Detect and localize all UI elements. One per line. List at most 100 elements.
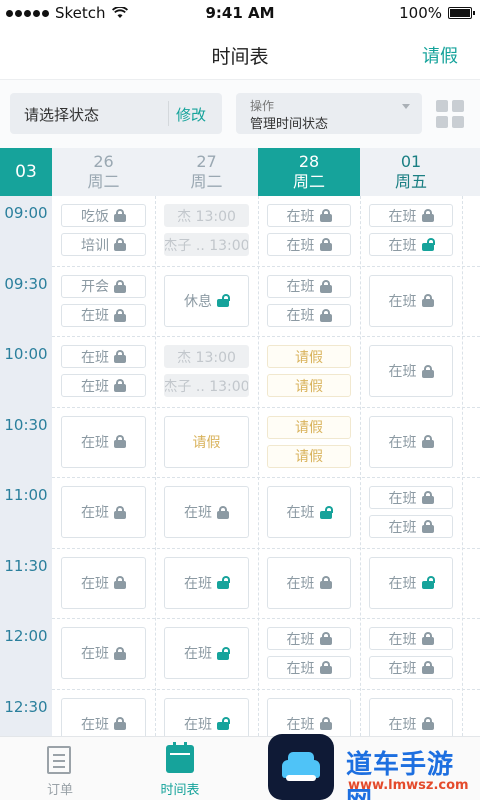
unlock-icon (421, 576, 435, 589)
schedule-cell[interactable]: 在班 (164, 486, 249, 538)
schedule-cell[interactable]: 请假 (164, 415, 249, 468)
schedule-cell[interactable]: 在班 (267, 303, 351, 327)
cell-status-text: 在班 (286, 716, 315, 733)
car-icon (282, 752, 320, 781)
schedule-cell[interactable]: 在班 (61, 374, 146, 397)
day-header[interactable]: 01 周五 (360, 148, 462, 196)
cell-status-text: 杰 13:00 (177, 349, 236, 366)
battery-icon (448, 7, 475, 19)
status-selector[interactable]: 请选择状态 修改 (10, 93, 222, 134)
schedule-cell[interactable]: 在班 (61, 627, 146, 679)
cell-status-text: 在班 (388, 293, 417, 310)
schedule-cell[interactable]: 请假 (267, 374, 351, 397)
schedule-cell[interactable]: 在班 (369, 345, 453, 397)
schedule-cell[interactable]: 请假 (267, 444, 351, 468)
day-weekday: 周二 (190, 172, 223, 191)
cell-status-text: 在班 (388, 575, 417, 592)
schedule-cell[interactable]: 在班 (267, 556, 351, 609)
schedule-cell[interactable]: 请假 (267, 345, 351, 368)
lock-icon (319, 576, 332, 589)
schedule-cell[interactable]: 在班 (267, 486, 351, 538)
schedule-cell[interactable]: 在班 (61, 415, 146, 468)
cell-status-text: 在班 (81, 716, 109, 733)
schedule-cell[interactable]: 杰子 .. 13:00 (164, 233, 249, 256)
schedule-cell[interactable]: 在班 (61, 556, 146, 609)
schedule-cell[interactable]: 在班 (267, 274, 351, 298)
schedule-cell[interactable]: 在班 (61, 303, 146, 327)
schedule-cell[interactable]: 在班 (369, 204, 453, 227)
lock-icon (421, 364, 434, 378)
lock-icon (114, 576, 126, 589)
cell-status-text: 在班 (286, 631, 315, 648)
time-label: 12:00 (4, 627, 48, 645)
unlock-icon (421, 238, 435, 251)
cell-status-text: 杰子 .. 13:00 (164, 237, 249, 254)
document-icon (47, 746, 71, 774)
schedule-cell[interactable]: 在班 (267, 656, 351, 679)
schedule-cell[interactable]: 在班 (369, 627, 453, 650)
time-label: 09:30 (4, 274, 48, 293)
schedule-cell[interactable]: 在班 (164, 627, 249, 679)
schedule-cell[interactable]: 在班 (61, 697, 146, 736)
schedule-cell[interactable]: 杰 13:00 (164, 204, 249, 227)
lock-icon (421, 717, 434, 730)
schedule-cell[interactable]: 杰子 .. 13:00 (164, 374, 249, 397)
tab-orders[interactable]: 订单 (10, 737, 110, 800)
day-date: 01 (400, 152, 422, 171)
schedule-cell[interactable]: 杰 13:00 (164, 345, 249, 368)
schedule-cell[interactable]: 在班 (164, 556, 249, 609)
lock-icon (114, 238, 126, 251)
lock-icon (319, 717, 332, 730)
cell-status-text: 在班 (286, 308, 315, 324)
cell-status-text: 杰 13:00 (177, 208, 236, 225)
unlock-icon (217, 576, 230, 589)
schedule-cell[interactable]: 在班 (369, 486, 453, 509)
day-header-selected[interactable]: 28 周二 (258, 148, 360, 196)
battery-percent: 100% (399, 4, 442, 22)
schedule-cell[interactable]: 在班 (267, 627, 351, 650)
schedule-cell[interactable]: 休息 (164, 274, 249, 327)
tab-schedule[interactable]: 时间表 (130, 737, 230, 800)
day-header[interactable]: 26 周二 (52, 148, 155, 196)
schedule-cell[interactable]: 请假 (267, 415, 351, 439)
schedule-cell[interactable]: 在班 (369, 415, 453, 468)
app-screen: Sketch 9:41 AM 100% 时间表 请假 请选择状态 修改 操作 管… (0, 0, 480, 800)
lock-icon (114, 717, 126, 730)
lock-icon (421, 661, 434, 674)
lock-icon (319, 308, 332, 322)
cell-status-text: 请假 (295, 349, 323, 366)
leave-request-button[interactable]: 请假 (422, 42, 458, 68)
schedule-cell[interactable]: 在班 (369, 233, 453, 256)
schedule-cell[interactable]: 吃饭 (61, 204, 146, 227)
grid-view-icon[interactable] (436, 100, 464, 128)
status-placeholder: 请选择状态 (24, 106, 100, 124)
row-divider (52, 547, 480, 549)
schedule-cell[interactable]: 在班 (164, 697, 249, 736)
divider (168, 101, 169, 126)
row-divider (52, 618, 480, 619)
day-header[interactable]: 27 周二 (155, 148, 258, 196)
operation-dropdown[interactable]: 操作 管理时间状态 (236, 93, 422, 134)
lock-icon (114, 350, 126, 363)
schedule-cell[interactable]: 在班 (369, 556, 453, 609)
schedule-cell[interactable]: 在班 (369, 274, 453, 327)
schedule-cell[interactable]: 在班 (369, 697, 453, 736)
modify-button[interactable]: 修改 (176, 104, 206, 125)
cell-status-text: 在班 (81, 434, 109, 451)
schedule-cell[interactable]: 在班 (267, 204, 351, 227)
cell-status-text: 在班 (388, 208, 417, 225)
lock-icon (114, 646, 126, 660)
schedule-cell[interactable]: 在班 (61, 486, 146, 538)
lock-icon (114, 209, 126, 222)
schedule-cell[interactable]: 在班 (369, 656, 453, 679)
schedule-cell[interactable]: 在班 (267, 233, 351, 256)
unlock-icon (319, 505, 333, 519)
watermark-logo (268, 734, 334, 800)
battery-group: 100% (399, 4, 475, 22)
schedule-cell[interactable]: 开会 (61, 274, 146, 298)
schedule-cell[interactable]: 培训 (61, 233, 146, 256)
schedule-cell[interactable]: 在班 (267, 697, 351, 736)
lock-icon (319, 661, 332, 674)
schedule-cell[interactable]: 在班 (61, 345, 146, 368)
schedule-cell[interactable]: 在班 (369, 515, 453, 538)
